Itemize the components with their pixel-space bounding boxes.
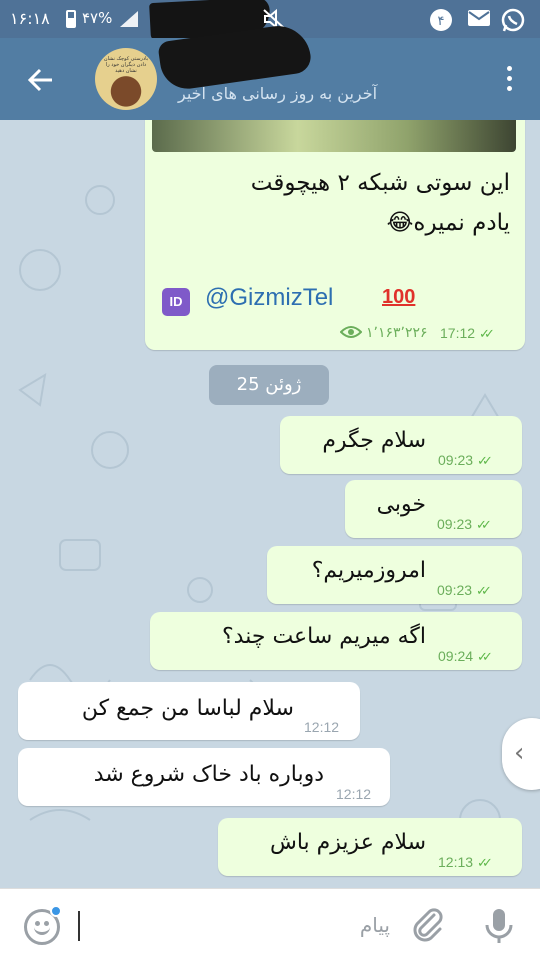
message-text: خوبی — [376, 492, 426, 517]
message-time: 09:23 ✓✓ — [438, 452, 493, 469]
microphone-button[interactable] — [482, 907, 516, 949]
message-text-line2: یادم نمیره😂 — [386, 210, 510, 236]
message-bubble-in[interactable]: سلام لباسا من جمع کن 12:12 — [18, 682, 360, 740]
message-bubble-out[interactable]: امروزمیریم؟ 09:23 ✓✓ — [267, 546, 522, 604]
message-time-text: 09:23 — [437, 582, 473, 598]
last-seen-status: آخرین به روز رسانی های اخیر — [178, 84, 378, 103]
message-bubble-out[interactable]: خوبی 09:23 ✓✓ — [345, 480, 522, 538]
message-text-line1: این سوتی شبکه ۲ هیچوقت — [250, 170, 510, 196]
double-check-icon: ✓✓ — [476, 583, 492, 598]
message-time: 09:24 ✓✓ — [438, 648, 493, 665]
message-time: 12:13 ✓✓ — [438, 854, 493, 871]
message-text: سلام جگرم — [322, 428, 426, 453]
message-time: 17:12 ✓✓ — [440, 325, 495, 342]
message-text: دوباره باد خاک شروع شد — [93, 762, 324, 787]
avatar-caption: بادرستی کوچک نشان دادن دیگران خود را نشا… — [103, 56, 149, 74]
paperclip-icon — [413, 908, 443, 942]
message-time: 12:12 — [304, 719, 340, 735]
message-input[interactable] — [90, 903, 390, 947]
battery-icon — [66, 10, 76, 28]
more-menu-button[interactable] — [504, 66, 514, 96]
double-check-icon: ✓✓ — [477, 453, 493, 468]
whatsapp-icon — [500, 7, 526, 33]
message-input-bar — [0, 888, 540, 960]
media-preview[interactable] — [152, 120, 516, 152]
message-bubble-in[interactable]: دوباره باد خاک شروع شد 12:12 — [18, 748, 390, 806]
message-time-text: 09:24 — [438, 648, 474, 664]
date-separator: ژوئن 25 — [209, 365, 329, 405]
message-time-text: 17:12 — [440, 325, 476, 341]
message-time: 12:12 — [336, 786, 372, 802]
message-text: سلام عزیزم باش — [270, 830, 426, 855]
notification-badge-icon: ۴ — [428, 7, 454, 33]
view-count: ۱٬۱۶۳٬۲۲۶ — [366, 324, 428, 340]
double-check-icon: ✓✓ — [476, 517, 492, 532]
chat-area[interactable]: این سوتی شبکه ۲ هیچوقت یادم نمیره😂 ID @G… — [0, 120, 540, 888]
message-text: سلام لباسا من جمع کن — [81, 696, 294, 721]
status-time: ۱۶:۱۸ — [10, 9, 50, 28]
more-vertical-icon — [506, 66, 512, 71]
attach-button[interactable] — [410, 907, 446, 947]
message-bubble-out[interactable]: سلام جگرم 09:23 ✓✓ — [280, 416, 522, 474]
chevron-left-icon: ‹ — [514, 738, 525, 768]
hundred-points-icon: 100 — [382, 286, 416, 308]
mail-icon — [466, 7, 492, 29]
chat-header: بادرستی کوچک نشان دادن دیگران خود را نشا… — [0, 21, 540, 120]
svg-text:۴: ۴ — [438, 14, 445, 29]
message-bubble-out[interactable]: سلام عزیزم باش 12:13 ✓✓ — [218, 818, 522, 876]
message-time-text: 09:23 — [437, 516, 473, 532]
channel-link[interactable]: @GizmizTel — [205, 284, 333, 312]
double-check-icon: ✓✓ — [477, 649, 493, 664]
emoji-notification-dot — [50, 905, 62, 917]
eye-icon — [339, 324, 363, 343]
message-time: 09:23 ✓✓ — [437, 582, 492, 599]
id-badge-icon: ID — [162, 288, 190, 316]
message-bubble-out[interactable]: اگه میریم ساعت چند؟ 09:24 ✓✓ — [150, 612, 522, 670]
double-check-icon: ✓✓ — [479, 326, 495, 341]
microphone-icon — [485, 909, 513, 943]
back-button[interactable] — [20, 60, 60, 100]
message-time: 09:23 ✓✓ — [437, 516, 492, 533]
double-check-icon: ✓✓ — [477, 855, 493, 870]
text-cursor — [78, 911, 80, 941]
signal-icon — [118, 10, 140, 28]
message-text: امروزمیریم؟ — [311, 558, 426, 583]
message-time-text: 09:23 — [438, 452, 474, 468]
arrow-left-icon — [27, 68, 52, 92]
message-time-text: 12:13 — [438, 854, 474, 870]
battery-percent: ۴۷% — [82, 9, 113, 27]
message-text: اگه میریم ساعت چند؟ — [221, 624, 426, 649]
avatar[interactable]: بادرستی کوچک نشان دادن دیگران خود را نشا… — [95, 48, 157, 110]
